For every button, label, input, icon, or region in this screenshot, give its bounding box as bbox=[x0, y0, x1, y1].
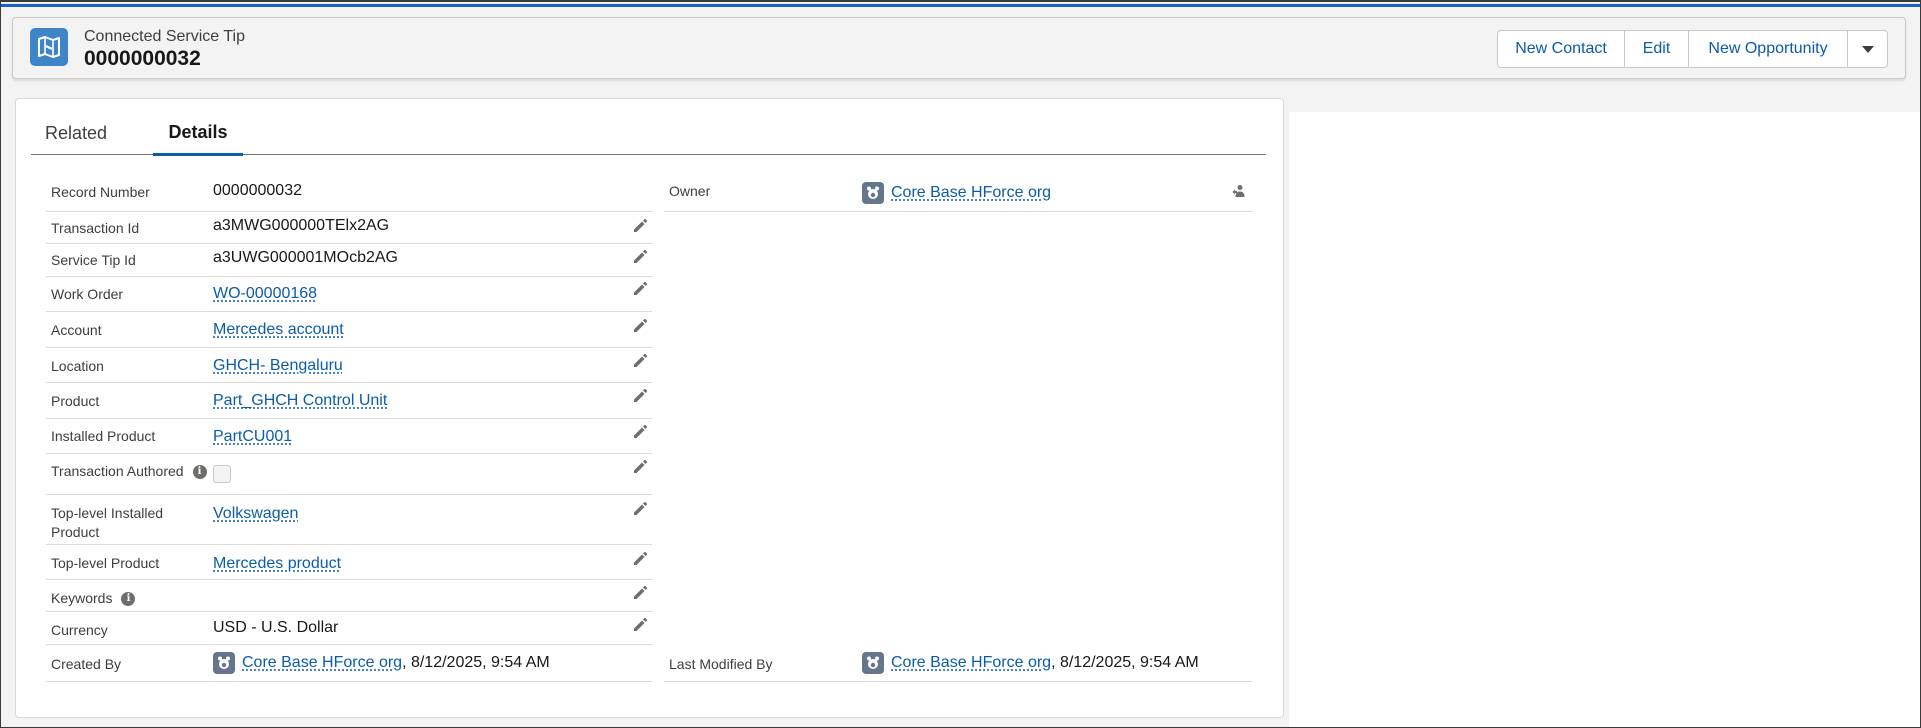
installed-product-link[interactable]: PartCU001 bbox=[213, 428, 292, 446]
page-background bbox=[1289, 112, 1920, 727]
created-date: , 8/12/2025, 9:54 AM bbox=[402, 654, 550, 671]
user-avatar-icon bbox=[862, 652, 884, 674]
work-order-link[interactable]: WO-00000168 bbox=[213, 285, 317, 303]
edit-pencil-icon[interactable] bbox=[632, 281, 648, 297]
field-label: Currency bbox=[51, 622, 108, 638]
field-label: Top-level Product bbox=[51, 555, 160, 571]
edit-pencil-icon[interactable] bbox=[632, 318, 648, 334]
owner-user-link[interactable]: Core Base HForce org bbox=[891, 184, 1051, 202]
field-last-modified-by: Last Modified By Core Base HForce org , … bbox=[664, 645, 1252, 682]
field-value: 0000000032 bbox=[213, 182, 302, 199]
field-account: Account Mercedes account bbox=[46, 312, 652, 348]
field-label: Work Order bbox=[51, 286, 124, 302]
created-by-user-link[interactable]: Core Base HForce org bbox=[242, 654, 402, 672]
chevron-down-icon bbox=[1861, 46, 1874, 53]
last-modified-user-link[interactable]: Core Base HForce org bbox=[891, 654, 1051, 672]
new-opportunity-button[interactable]: New Opportunity bbox=[1688, 30, 1848, 68]
user-avatar-icon bbox=[862, 182, 884, 204]
info-icon[interactable]: i bbox=[192, 464, 207, 479]
field-top-level-installed-product: Top-level Installed Product Volkswagen bbox=[46, 495, 652, 545]
field-keywords: Keywords i bbox=[46, 580, 652, 612]
tab-bar: Related Details bbox=[31, 111, 1266, 156]
field-work-order: Work Order WO-00000168 bbox=[46, 277, 652, 312]
edit-pencil-icon[interactable] bbox=[632, 551, 648, 567]
top-accent-bar bbox=[0, 0, 1921, 7]
location-link[interactable]: GHCH- Bengaluru bbox=[213, 357, 343, 375]
field-installed-product: Installed Product PartCU001 bbox=[46, 419, 652, 454]
field-label: Location bbox=[51, 358, 104, 374]
object-type-label: Connected Service Tip bbox=[84, 28, 245, 45]
field-transaction-id: Transaction Id a3MWG000000TElx2AG bbox=[46, 212, 652, 244]
field-value: USD - U.S. Dollar bbox=[213, 619, 339, 636]
user-avatar-icon bbox=[213, 652, 235, 674]
edit-pencil-icon[interactable] bbox=[632, 249, 648, 265]
field-owner: Owner Core Base HForce org bbox=[664, 177, 1252, 212]
edit-pencil-icon[interactable] bbox=[632, 459, 648, 475]
field-value: a3UWG000001MOcb2AG bbox=[213, 249, 398, 266]
field-record-number: Record Number 0000000032 bbox=[46, 177, 652, 212]
field-currency: Currency USD - U.S. Dollar bbox=[46, 612, 652, 645]
field-label: Service Tip Id bbox=[51, 252, 136, 268]
more-actions-button[interactable] bbox=[1847, 30, 1888, 68]
edit-button[interactable]: Edit bbox=[1624, 30, 1689, 68]
edit-pencil-icon[interactable] bbox=[632, 501, 648, 517]
field-label: Owner bbox=[669, 183, 711, 199]
transaction-authored-checkbox[interactable] bbox=[213, 465, 231, 483]
last-modified-date: , 8/12/2025, 9:54 AM bbox=[1051, 654, 1199, 671]
field-created-by: Created By Core Base HForce org , 8/12/2… bbox=[46, 645, 652, 682]
top-level-product-link[interactable]: Mercedes product bbox=[213, 555, 341, 573]
tab-related[interactable]: Related bbox=[31, 111, 121, 155]
product-link[interactable]: Part_GHCH Control Unit bbox=[213, 392, 387, 410]
edit-pencil-icon[interactable] bbox=[632, 388, 648, 404]
field-label: Keywords bbox=[51, 590, 113, 606]
field-label-line2: Product bbox=[51, 524, 100, 540]
account-link[interactable]: Mercedes account bbox=[213, 321, 344, 339]
field-location: Location GHCH- Bengaluru bbox=[46, 348, 652, 383]
info-icon[interactable]: i bbox=[121, 591, 136, 606]
record-header: Connected Service Tip 0000000032 New Con… bbox=[12, 17, 1906, 79]
edit-pencil-icon[interactable] bbox=[632, 617, 648, 633]
field-label: Installed Product bbox=[51, 428, 156, 444]
field-label: Last Modified By bbox=[669, 656, 773, 672]
field-label: Transaction Authored bbox=[51, 463, 184, 479]
field-transaction-authored: Transaction Authored i bbox=[46, 454, 652, 495]
header-actions: New Contact Edit New Opportunity bbox=[1497, 30, 1888, 68]
change-owner-icon[interactable] bbox=[1231, 183, 1247, 199]
field-label: Record Number bbox=[51, 183, 150, 200]
edit-pencil-icon[interactable] bbox=[632, 424, 648, 440]
top-level-installed-product-link[interactable]: Volkswagen bbox=[213, 505, 298, 523]
record-title: 0000000032 bbox=[84, 47, 201, 70]
field-top-level-product: Top-level Product Mercedes product bbox=[46, 545, 652, 580]
tab-details[interactable]: Details bbox=[153, 111, 243, 156]
field-product: Product Part_GHCH Control Unit bbox=[46, 383, 652, 419]
edit-pencil-icon[interactable] bbox=[632, 585, 648, 601]
field-label: Product bbox=[51, 393, 100, 409]
edit-pencil-icon[interactable] bbox=[632, 218, 648, 234]
new-contact-button[interactable]: New Contact bbox=[1497, 30, 1625, 68]
field-label: Account bbox=[51, 322, 102, 338]
field-label: Created By bbox=[51, 656, 122, 672]
details-card: Related Details Record Number 0000000032… bbox=[15, 98, 1284, 718]
field-label: Top-level Installed bbox=[51, 505, 164, 521]
edit-pencil-icon[interactable] bbox=[632, 353, 648, 369]
service-tip-icon bbox=[30, 28, 68, 66]
field-label: Transaction Id bbox=[51, 220, 140, 236]
field-service-tip-id: Service Tip Id a3UWG000001MOcb2AG bbox=[46, 244, 652, 277]
field-value: a3MWG000000TElx2AG bbox=[213, 217, 390, 234]
